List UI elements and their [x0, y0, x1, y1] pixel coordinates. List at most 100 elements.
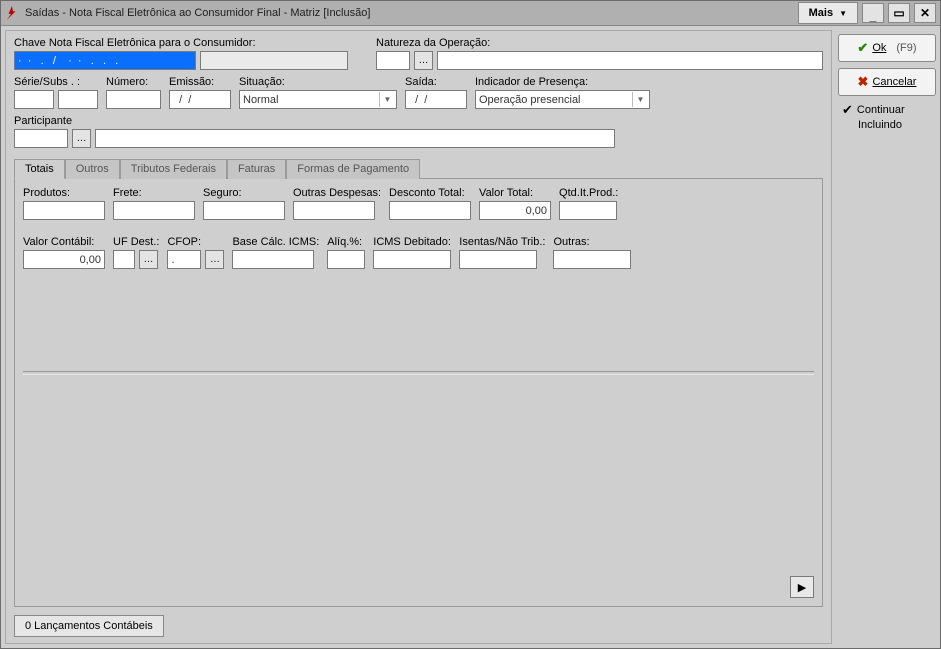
saida-label: Saída:: [405, 76, 467, 88]
participante-code-input[interactable]: [14, 129, 68, 148]
natureza-code-input[interactable]: [376, 51, 410, 70]
app-logo-icon: [5, 6, 19, 20]
serie-label: Série/Subs . :: [14, 76, 98, 88]
chave-label: Chave Nota Fiscal Eletrônica para o Cons…: [14, 37, 348, 49]
mais-button[interactable]: Mais ▼: [798, 2, 858, 24]
indicador-label: Indicador de Presença:: [475, 76, 650, 88]
icms-debitado-input[interactable]: [373, 250, 451, 269]
serie-input[interactable]: [14, 90, 54, 109]
cfop-label: CFOP:: [167, 236, 224, 248]
window: Saídas - Nota Fiscal Eletrônica ao Consu…: [0, 0, 941, 649]
desconto-total-input[interactable]: [389, 201, 471, 220]
minimize-button[interactable]: _: [862, 3, 884, 23]
mais-label: Mais: [809, 7, 833, 19]
titlebar: Saídas - Nota Fiscal Eletrônica ao Consu…: [1, 1, 940, 26]
indicador-value: [475, 90, 650, 109]
cancel-label: Cancelar: [872, 76, 916, 88]
continuar-toggle[interactable]: ✔ Continuar Incluindo: [838, 102, 936, 131]
window-title: Saídas - Nota Fiscal Eletrônica ao Consu…: [25, 7, 370, 19]
tab-formas-pagamento[interactable]: Formas de Pagamento: [286, 159, 420, 179]
natureza-label: Natureza da Operação:: [376, 37, 823, 49]
uf-dest-input[interactable]: [113, 250, 135, 269]
tab-tributos-federais[interactable]: Tributos Federais: [120, 159, 227, 179]
numero-label: Número:: [106, 76, 161, 88]
base-calc-label: Base Cálc. ICMS:: [232, 236, 319, 248]
desconto-total-label: Desconto Total:: [389, 187, 471, 199]
outras-despesas-label: Outras Despesas:: [293, 187, 381, 199]
lookup-icon: …: [419, 55, 429, 66]
natureza-lookup-button[interactable]: …: [414, 51, 433, 70]
next-page-button[interactable]: ▶: [790, 576, 814, 598]
frete-label: Frete:: [113, 187, 195, 199]
numero-input[interactable]: [106, 90, 161, 109]
valor-total-input: [479, 201, 551, 220]
chave-input[interactable]: [14, 51, 196, 70]
qtd-it-prod-label: Qtd.It.Prod.:: [559, 187, 618, 199]
isentas-label: Isentas/Não Trib.:: [459, 236, 545, 248]
maximize-button[interactable]: ▭: [888, 3, 910, 23]
tab-content-totais: Produtos: Frete: Seguro: Outras Despesas…: [14, 178, 823, 607]
cfop-input[interactable]: [167, 250, 201, 269]
play-icon: ▶: [798, 581, 806, 594]
situacao-label: Situação:: [239, 76, 397, 88]
isentas-input[interactable]: [459, 250, 537, 269]
valor-contabil-label: Valor Contábil:: [23, 236, 105, 248]
mais-caret-icon: ▼: [839, 9, 847, 18]
emissao-label: Emissão:: [169, 76, 231, 88]
outras2-input[interactable]: [553, 250, 631, 269]
emissao-input[interactable]: [169, 90, 231, 109]
icms-debitado-label: ICMS Debitado:: [373, 236, 451, 248]
continuar-label1: Continuar: [857, 104, 905, 116]
uf-dest-label: UF Dest.:: [113, 236, 159, 248]
outras2-label: Outras:: [553, 236, 631, 248]
lookup-icon: …: [144, 254, 154, 265]
uf-lookup-button[interactable]: …: [139, 250, 158, 269]
ok-button[interactable]: ✔ Ok (F9): [838, 34, 936, 62]
saida-input[interactable]: [405, 90, 467, 109]
ok-shortcut: (F9): [896, 42, 916, 54]
aliq-input[interactable]: [327, 250, 365, 269]
tab-outros[interactable]: Outros: [65, 159, 120, 179]
situacao-select[interactable]: ▼: [239, 90, 397, 109]
participante-lookup-button[interactable]: …: [72, 129, 91, 148]
frete-input[interactable]: [113, 201, 195, 220]
produtos-label: Produtos:: [23, 187, 105, 199]
lookup-icon: …: [77, 133, 87, 144]
natureza-desc-input[interactable]: [437, 51, 823, 70]
close-button[interactable]: ✕: [914, 3, 936, 23]
subs-input[interactable]: [58, 90, 98, 109]
seguro-label: Seguro:: [203, 187, 285, 199]
tab-faturas[interactable]: Faturas: [227, 159, 286, 179]
maximize-icon: ▭: [893, 7, 904, 19]
continuar-label2: Incluindo: [858, 119, 902, 131]
participante-label: Participante: [14, 115, 823, 127]
ok-label: Ok: [872, 42, 886, 54]
form-panel: Chave Nota Fiscal Eletrônica para o Cons…: [5, 30, 832, 644]
lookup-icon: …: [210, 254, 220, 265]
cancel-button[interactable]: ✖ Cancelar: [838, 68, 936, 96]
lancamentos-label: 0 Lançamentos Contábeis: [25, 620, 153, 632]
cfop-lookup-button[interactable]: …: [205, 250, 224, 269]
indicador-select[interactable]: ▼: [475, 90, 650, 109]
aliq-label: Alíq.%:: [327, 236, 365, 248]
check-icon: ✔: [842, 102, 853, 118]
tab-strip: Totais Outros Tributos Federais Faturas …: [14, 158, 823, 178]
base-calc-input[interactable]: [232, 250, 314, 269]
side-panel: ✔ Ok (F9) ✖ Cancelar ✔ Continuar Incluin…: [838, 30, 936, 644]
situacao-value: [239, 90, 397, 109]
tab-totais[interactable]: Totais: [14, 159, 65, 179]
valor-total-label: Valor Total:: [479, 187, 551, 199]
check-icon: ✔: [857, 40, 868, 56]
participante-desc-input[interactable]: [95, 129, 615, 148]
lancamentos-contabeis-button[interactable]: 0 Lançamentos Contábeis: [14, 615, 164, 637]
chave-ext-input[interactable]: [200, 51, 348, 70]
outras-despesas-input[interactable]: [293, 201, 375, 220]
close-icon: ✕: [920, 7, 930, 19]
seguro-input[interactable]: [203, 201, 285, 220]
x-icon: ✖: [858, 74, 869, 90]
produtos-input[interactable]: [23, 201, 105, 220]
qtd-it-prod-input[interactable]: [559, 201, 617, 220]
section-divider: [23, 371, 814, 375]
minimize-icon: _: [870, 10, 877, 22]
valor-contabil-input: [23, 250, 105, 269]
